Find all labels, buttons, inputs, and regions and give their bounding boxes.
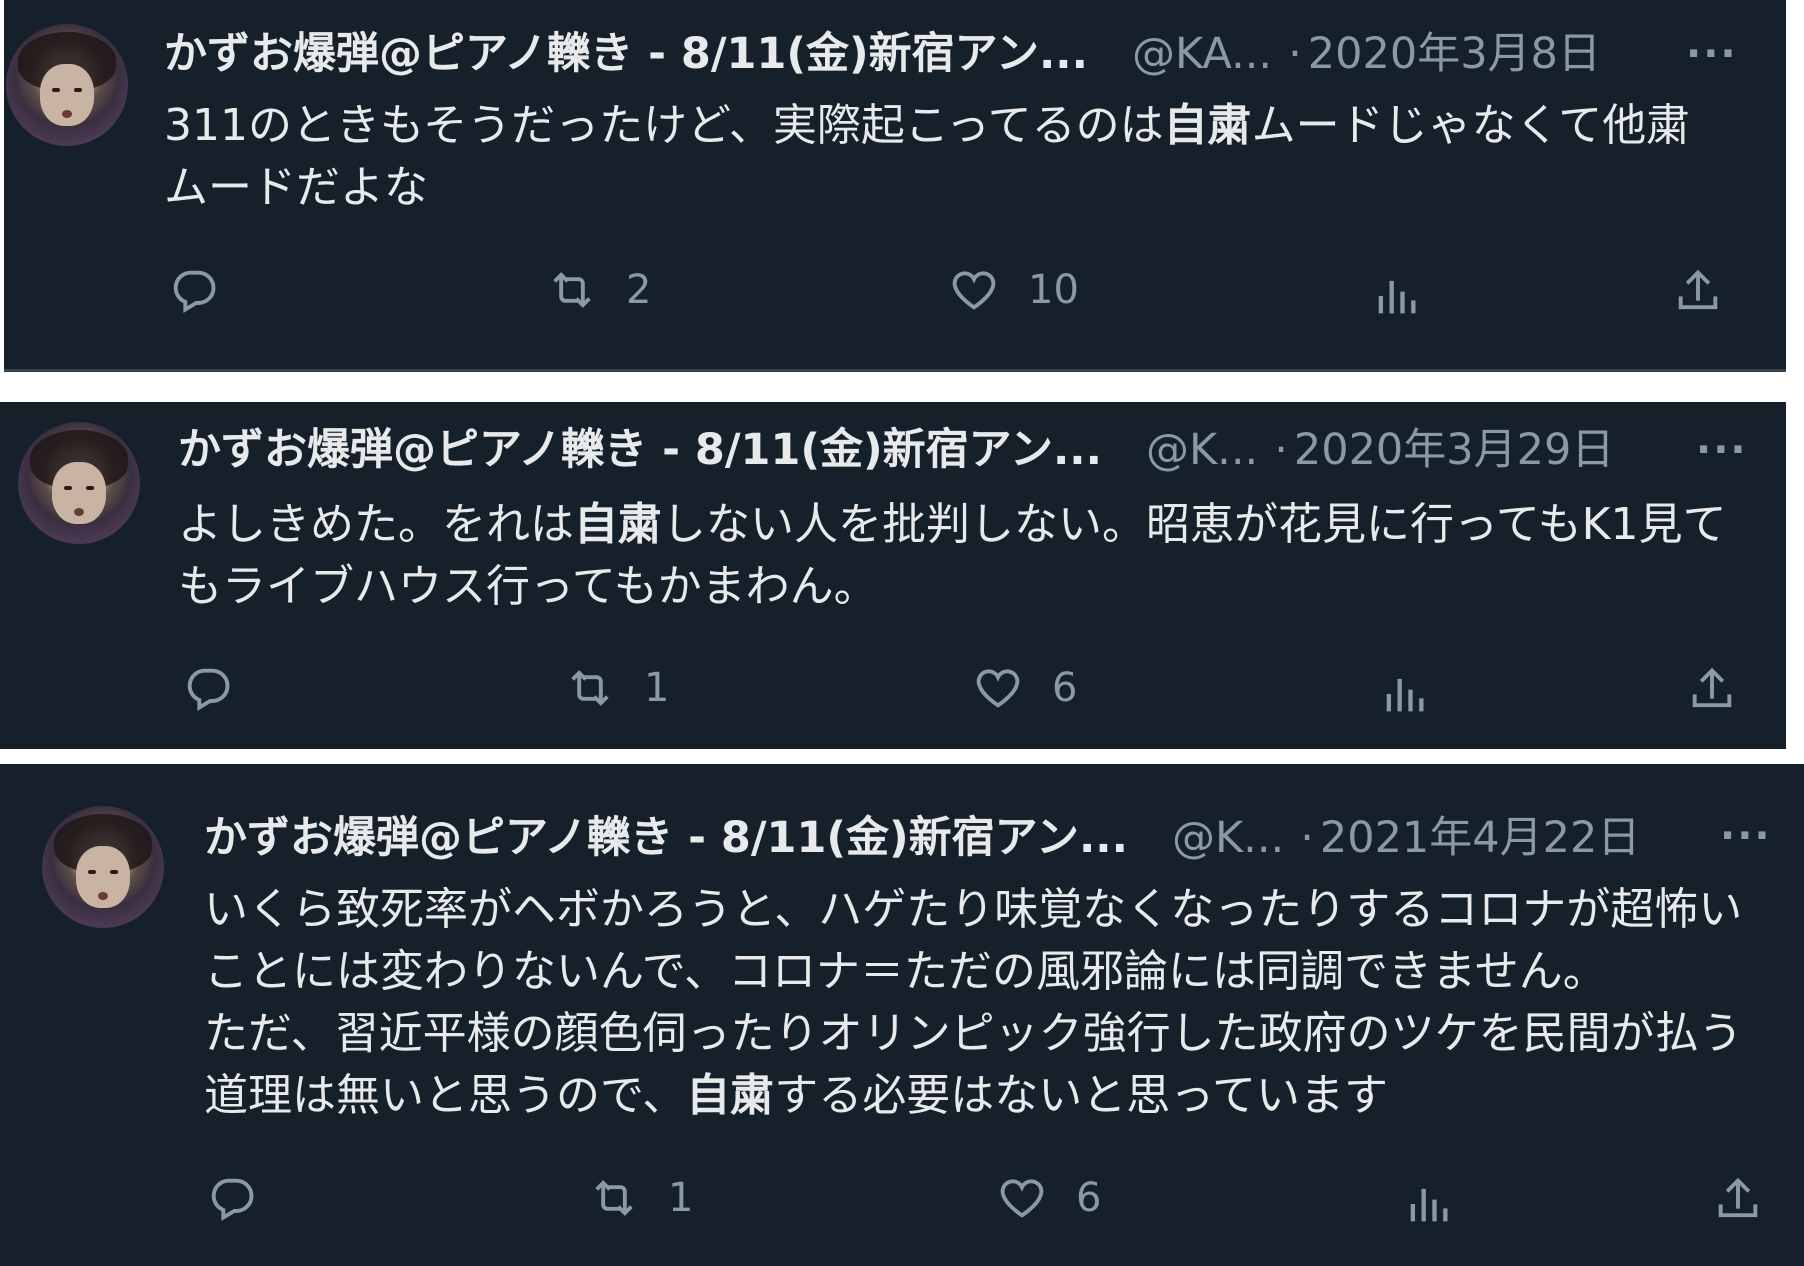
avatar[interactable]: [18, 422, 140, 544]
highlighted-keyword: 自粛: [1163, 100, 1252, 151]
views-button[interactable]: [1370, 270, 1422, 322]
share-button[interactable]: [1672, 266, 1724, 318]
highlighted-keyword: 自粛: [574, 499, 662, 550]
tweet-card[interactable]: かずお爆弾@ピアノ轢き - 8/11(金)新宿アン... @KA... · 20…: [4, 0, 1786, 372]
share-button[interactable]: [1686, 664, 1738, 716]
tweet-text: 311のときもそうだったけど、実際起こってるのは自粛ムードじゃなくて他粛ムードだ…: [164, 95, 1724, 219]
share-button[interactable]: [1712, 1174, 1764, 1226]
share-icon: [1718, 1177, 1758, 1218]
tweet-card[interactable]: かずお爆弾@ピアノ轢き - 8/11(金)新宿アン... @K... · 202…: [0, 402, 1786, 749]
reply-button[interactable]: [168, 264, 248, 316]
retweet-count: 1: [644, 665, 670, 711]
like-button[interactable]: 10: [948, 264, 1079, 316]
like-icon: [976, 669, 1020, 708]
like-button[interactable]: 6: [996, 1172, 1101, 1224]
retweet-button[interactable]: 1: [588, 1172, 693, 1224]
retweet-button[interactable]: 2: [546, 264, 651, 316]
more-options-icon[interactable]: ···: [1720, 816, 1772, 856]
tweet-text-part: よしきめた。をれは: [178, 499, 574, 550]
share-icon: [1678, 269, 1718, 310]
reply-icon: [187, 668, 230, 711]
display-name[interactable]: かずお爆弾@ピアノ轢き - 8/11(金)新宿アン...: [204, 810, 1128, 866]
views-icon: [1378, 280, 1416, 314]
like-count: 6: [1052, 665, 1078, 711]
reply-button[interactable]: [182, 662, 262, 714]
more-options-icon[interactable]: ···: [1696, 430, 1748, 470]
avatar[interactable]: [42, 806, 164, 928]
separator-dot: ·: [1288, 29, 1302, 79]
like-count: 10: [1028, 267, 1079, 313]
like-count: 6: [1076, 1175, 1102, 1221]
views-icon: [1410, 1188, 1448, 1222]
share-icon: [1692, 667, 1732, 708]
reply-button[interactable]: [206, 1172, 286, 1224]
tweet-card[interactable]: かずお爆弾@ピアノ轢き - 8/11(金)新宿アン... @K... · 202…: [0, 764, 1804, 1266]
retweet-count: 2: [626, 267, 652, 313]
separator-dot: ·: [1300, 813, 1314, 863]
retweet-button[interactable]: 1: [564, 662, 669, 714]
like-icon: [952, 271, 996, 310]
tweet-text: よしきめた。をれは自粛しない人を批判しない。昭恵が花見に行ってもK1見てもライブ…: [178, 494, 1758, 618]
user-handle[interactable]: @KA...: [1132, 26, 1272, 82]
retweet-icon: [595, 1180, 633, 1216]
user-handle[interactable]: @K...: [1146, 422, 1258, 478]
display-name[interactable]: かずお爆弾@ピアノ轢き - 8/11(金)新宿アン...: [164, 26, 1088, 82]
highlighted-keyword: 自粛: [686, 1070, 775, 1121]
display-name[interactable]: かずお爆弾@ピアノ轢き - 8/11(金)新宿アン...: [178, 422, 1102, 478]
retweet-icon: [553, 272, 591, 308]
reply-icon: [173, 270, 216, 313]
tweet-text-part: 311のときもそうだったけど、実際起こってるのは: [164, 100, 1164, 151]
tweet-text-part: する必要はないと思っています: [774, 1070, 1389, 1121]
views-button[interactable]: [1402, 1178, 1454, 1230]
like-button[interactable]: 6: [972, 662, 1077, 714]
views-button[interactable]: [1378, 668, 1430, 720]
tweet-text: いくら致死率がヘボかろうと、ハゲたり味覚なくなったりするコロナが超怖いことには変…: [204, 879, 1784, 1127]
views-icon: [1386, 678, 1424, 712]
retweet-icon: [571, 670, 609, 706]
tweet-date[interactable]: 2021年4月22日: [1320, 810, 1641, 866]
tweet-header: かずお爆弾@ピアノ轢き - 8/11(金)新宿アン... @K... · 202…: [204, 810, 1640, 866]
tweet-date[interactable]: 2020年3月29日: [1294, 422, 1615, 478]
tweet-header: かずお爆弾@ピアノ轢き - 8/11(金)新宿アン... @K... · 202…: [178, 422, 1614, 478]
tweet-header: かずお爆弾@ピアノ轢き - 8/11(金)新宿アン... @KA... · 20…: [164, 26, 1601, 82]
tweet-date[interactable]: 2020年3月8日: [1308, 26, 1601, 82]
like-icon: [1000, 1179, 1044, 1218]
retweet-count: 1: [668, 1175, 694, 1221]
user-handle[interactable]: @K...: [1172, 810, 1284, 866]
more-options-icon[interactable]: ···: [1686, 34, 1738, 74]
reply-icon: [211, 1178, 254, 1221]
avatar[interactable]: [6, 24, 128, 146]
separator-dot: ·: [1274, 425, 1288, 475]
